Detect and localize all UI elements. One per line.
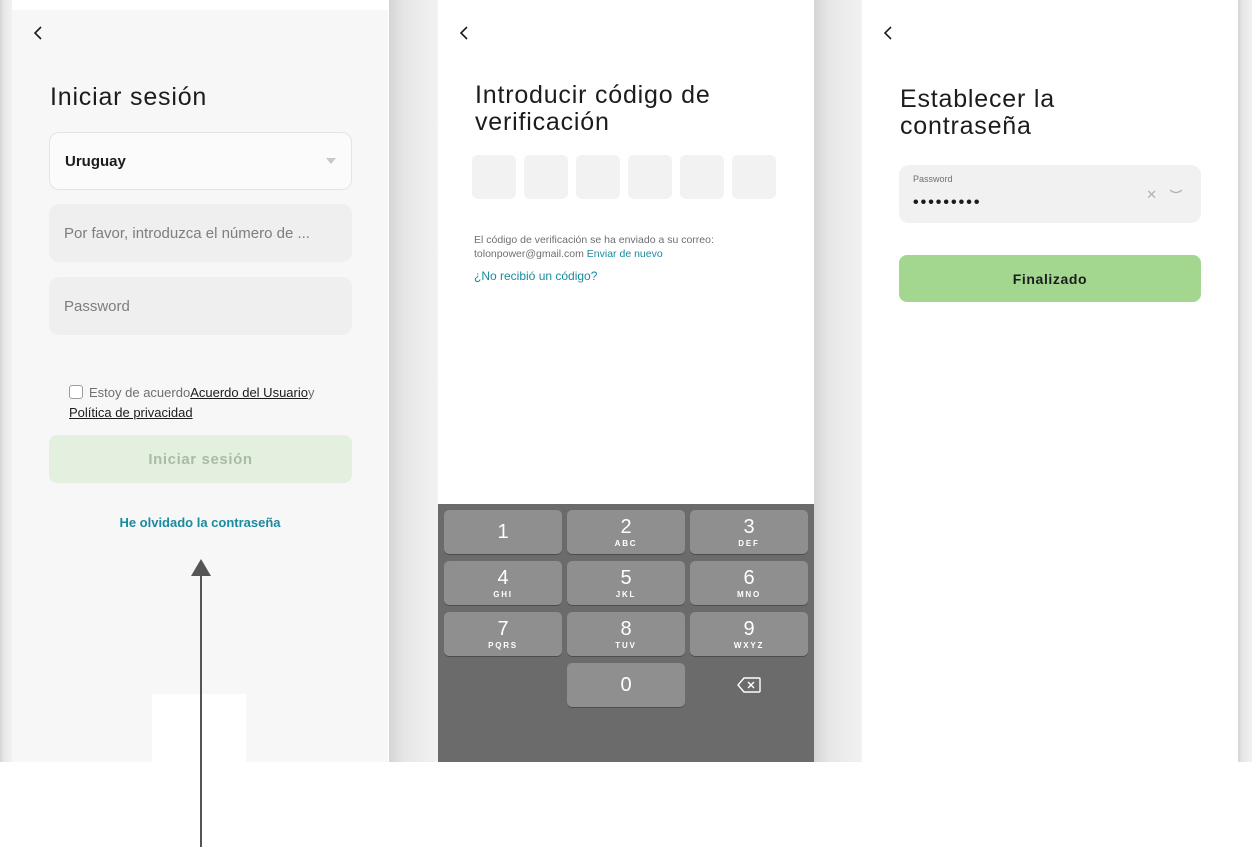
code-digit-box[interactable] (732, 155, 776, 199)
agreement-row: Estoy de acuerdoAcuerdo del Usuarioy (69, 384, 369, 402)
set-password-screen: Establecer la contraseña Password ••••••… (862, 10, 1238, 762)
blank-area (152, 694, 246, 762)
password-label: Password (913, 174, 953, 184)
title-line-1: Introducir código de (475, 81, 711, 109)
title-line-2: verificación (475, 108, 610, 136)
key-letters: JKL (615, 589, 637, 599)
key-3[interactable]: 3 DEF (690, 510, 808, 554)
back-button[interactable] (456, 22, 472, 44)
backspace-key[interactable] (690, 663, 808, 707)
backspace-icon (737, 677, 761, 693)
privacy-policy-link[interactable]: Política de privacidad (69, 405, 193, 420)
user-agreement-link[interactable]: Acuerdo del Usuario (190, 385, 308, 400)
password-input[interactable]: Password (49, 277, 352, 335)
arrow-up-icon (191, 559, 211, 576)
key-letters: TUV (615, 640, 637, 650)
key-1[interactable]: 1 (444, 510, 562, 554)
password-placeholder: Password (64, 297, 130, 315)
verification-screen: Introducir código de verificación El cód… (438, 10, 814, 762)
password-field[interactable]: Password ••••••••• ✕ (899, 165, 1201, 223)
page-title: Introducir código de verificación (475, 82, 711, 136)
key-number: 7 (497, 617, 509, 640)
phone-placeholder: Por favor, introduzca el número de ... (64, 224, 310, 242)
title-line-1: Establecer la (900, 85, 1055, 113)
eye-closed-icon[interactable] (1169, 187, 1183, 197)
key-6[interactable]: 6 MNO (690, 561, 808, 605)
key-7[interactable]: 7 PQRS (444, 612, 562, 656)
no-code-link[interactable]: ¿No recibió un código? (474, 269, 597, 283)
stage: Iniciar sesión Uruguay Por favor, introd… (0, 0, 1252, 849)
forgot-password-link[interactable]: He olvidado la contraseña (12, 515, 388, 530)
key-number: 5 (620, 566, 632, 589)
key-number: 4 (497, 566, 509, 589)
finish-button[interactable]: Finalizado (899, 255, 1201, 302)
numeric-keypad: 1 2 ABC 3 DEF 4 GHI 5 JKL 6 MNO 7 PQRS 8… (438, 504, 814, 762)
key-letters: GHI (493, 589, 513, 599)
page-band-1 (0, 0, 12, 762)
page-title: Iniciar sesión (50, 83, 208, 111)
code-input[interactable] (472, 155, 776, 199)
key-number: 1 (497, 521, 509, 543)
login-button[interactable]: Iniciar sesión (49, 435, 352, 483)
password-value: ••••••••• (913, 194, 982, 211)
dropdown-caret-icon (326, 158, 336, 164)
page-band-4 (1238, 0, 1252, 762)
page-band-2 (389, 0, 438, 762)
agree-prefix: Estoy de acuerdo (89, 385, 191, 400)
code-digit-box[interactable] (576, 155, 620, 199)
chevron-left-icon (33, 26, 42, 40)
key-number: 2 (620, 515, 632, 538)
resend-link[interactable]: Enviar de nuevo (587, 248, 663, 260)
agree-and: y (307, 385, 315, 400)
country-value: Uruguay (65, 152, 126, 170)
chevron-left-icon (883, 26, 892, 40)
code-digit-box[interactable] (628, 155, 672, 199)
back-button[interactable] (30, 22, 46, 44)
sent-text: El código de verificación se ha enviado … (474, 234, 714, 246)
arrow-line (200, 575, 202, 847)
checkbox-icon[interactable] (69, 385, 83, 399)
key-2[interactable]: 2 ABC (567, 510, 685, 554)
phone-input[interactable]: Por favor, introduzca el número de ... (49, 204, 352, 262)
key-number: 8 (620, 617, 632, 640)
code-digit-box[interactable] (472, 155, 516, 199)
verification-info: El código de verificación se ha enviado … (474, 234, 794, 261)
key-letters: DEF (738, 538, 760, 548)
key-number: 6 (743, 566, 755, 589)
email-text: tolonpower@gmail.com (474, 247, 584, 260)
key-0[interactable]: 0 (567, 663, 685, 707)
code-digit-box[interactable] (524, 155, 568, 199)
key-number: 9 (743, 617, 755, 640)
title-line-2: contraseña (900, 112, 1032, 140)
key-number: 0 (620, 674, 632, 696)
page-band-3 (814, 0, 862, 762)
key-9[interactable]: 9 WXYZ (690, 612, 808, 656)
key-8[interactable]: 8 TUV (567, 612, 685, 656)
chevron-left-icon (459, 26, 468, 40)
clear-icon[interactable]: ✕ (1146, 187, 1157, 203)
key-5[interactable]: 5 JKL (567, 561, 685, 605)
key-4[interactable]: 4 GHI (444, 561, 562, 605)
key-letters: ABC (614, 538, 638, 548)
code-digit-box[interactable] (680, 155, 724, 199)
page-title: Establecer la contraseña (900, 86, 1055, 140)
key-letters: PQRS (488, 640, 518, 650)
key-letters: WXYZ (733, 640, 765, 650)
key-number: 3 (743, 515, 755, 538)
country-select[interactable]: Uruguay (49, 132, 352, 190)
back-button[interactable] (880, 22, 896, 44)
key-letters: MNO (736, 589, 762, 599)
